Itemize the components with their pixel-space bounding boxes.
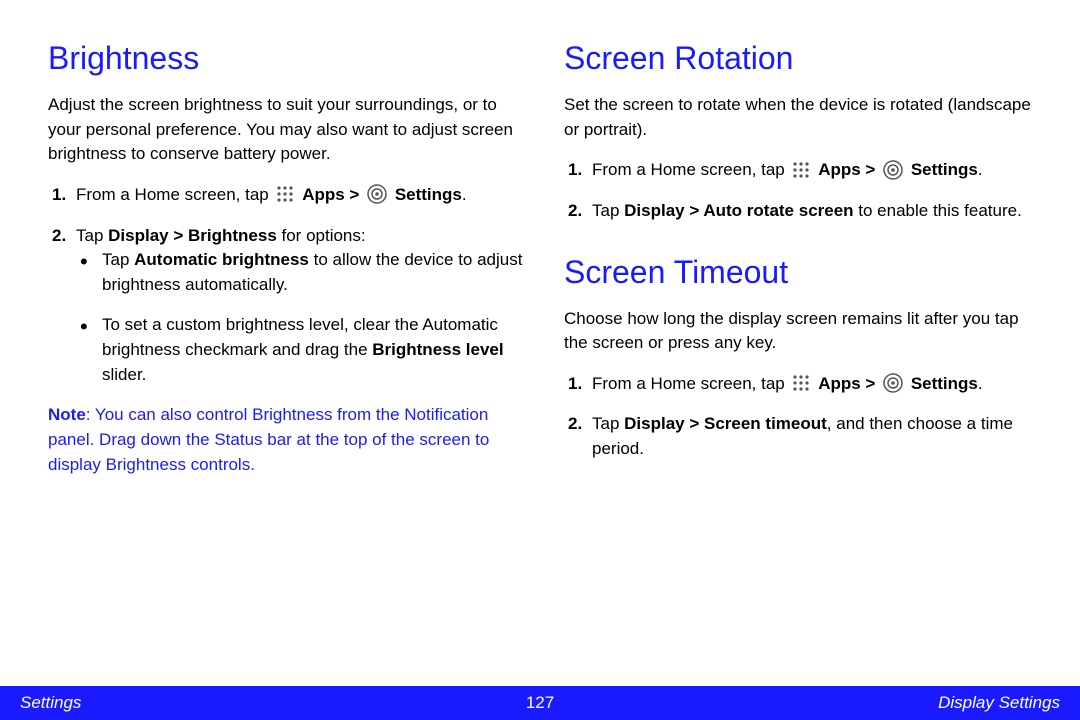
brightness-bullet-1: Tap Automatic brightness to allow the de…	[76, 248, 524, 297]
apps-icon	[792, 374, 810, 392]
step-bold: Display > Auto rotate screen	[624, 201, 853, 220]
rotation-section: Screen Rotation Set the screen to rotate…	[564, 40, 1040, 224]
page-footer: Settings 127 Display Settings	[0, 686, 1080, 720]
timeout-step-1: From a Home screen, tap Apps > Settings.	[564, 372, 1040, 397]
settings-label: Settings	[911, 374, 978, 393]
note-text: : You can also control Brightness from t…	[48, 405, 489, 473]
gt-separator: >	[345, 185, 364, 204]
timeout-step-2: Tap Display > Screen timeout, and then c…	[564, 412, 1040, 461]
note-label: Note	[48, 405, 86, 424]
period: .	[978, 160, 983, 179]
step-text: From a Home screen, tap	[592, 374, 789, 393]
rotation-intro: Set the screen to rotate when the device…	[564, 93, 1040, 142]
brightness-step-1: From a Home screen, tap Apps > Settings.	[48, 183, 524, 208]
settings-label: Settings	[395, 185, 462, 204]
step-text: From a Home screen, tap	[592, 160, 789, 179]
settings-icon	[367, 184, 387, 204]
brightness-steps: From a Home screen, tap Apps > Settings.…	[48, 183, 524, 387]
step-text: Tap	[592, 414, 624, 433]
gt-separator: >	[861, 160, 880, 179]
brightness-step-2: Tap Display > Brightness for options: Ta…	[48, 224, 524, 388]
timeout-steps: From a Home screen, tap Apps > Settings.…	[564, 372, 1040, 462]
rotation-step-1: From a Home screen, tap Apps > Settings.	[564, 158, 1040, 183]
apps-icon	[792, 161, 810, 179]
left-column: Brightness Adjust the screen brightness …	[48, 40, 524, 670]
step-bold: Display > Brightness	[108, 226, 277, 245]
brightness-intro: Adjust the screen brightness to suit you…	[48, 93, 524, 167]
step-text: From a Home screen, tap	[76, 185, 273, 204]
bullet-bold: Automatic brightness	[134, 250, 309, 269]
footer-page-number: 127	[526, 693, 554, 713]
apps-label: Apps	[818, 374, 861, 393]
step-text: Tap	[592, 201, 624, 220]
apps-label: Apps	[302, 185, 345, 204]
gt-separator: >	[861, 374, 880, 393]
timeout-section: Screen Timeout Choose how long the displ…	[564, 254, 1040, 462]
step-text: Tap	[76, 226, 108, 245]
rotation-step-2: Tap Display > Auto rotate screen to enab…	[564, 199, 1040, 224]
footer-left: Settings	[20, 693, 81, 713]
footer-right: Display Settings	[938, 693, 1060, 713]
apps-icon	[276, 185, 294, 203]
step-bold: Display > Screen timeout	[624, 414, 827, 433]
rotation-heading: Screen Rotation	[564, 40, 1040, 77]
brightness-heading: Brightness	[48, 40, 524, 77]
step-text: for options:	[277, 226, 366, 245]
apps-label: Apps	[818, 160, 861, 179]
period: .	[462, 185, 467, 204]
brightness-bullet-2: To set a custom brightness level, clear …	[76, 313, 524, 387]
bullet-text: Tap	[102, 250, 134, 269]
timeout-intro: Choose how long the display screen remai…	[564, 307, 1040, 356]
bullet-text: slider.	[102, 365, 146, 384]
right-column: Screen Rotation Set the screen to rotate…	[564, 40, 1040, 670]
timeout-heading: Screen Timeout	[564, 254, 1040, 291]
settings-icon	[883, 160, 903, 180]
settings-icon	[883, 373, 903, 393]
brightness-bullets: Tap Automatic brightness to allow the de…	[76, 248, 524, 387]
rotation-steps: From a Home screen, tap Apps > Settings.…	[564, 158, 1040, 223]
period: .	[978, 374, 983, 393]
settings-label: Settings	[911, 160, 978, 179]
brightness-note: Note: You can also control Brightness fr…	[48, 403, 524, 477]
bullet-bold: Brightness level	[372, 340, 503, 359]
step-text: to enable this feature.	[854, 201, 1022, 220]
brightness-section: Brightness Adjust the screen brightness …	[48, 40, 524, 477]
